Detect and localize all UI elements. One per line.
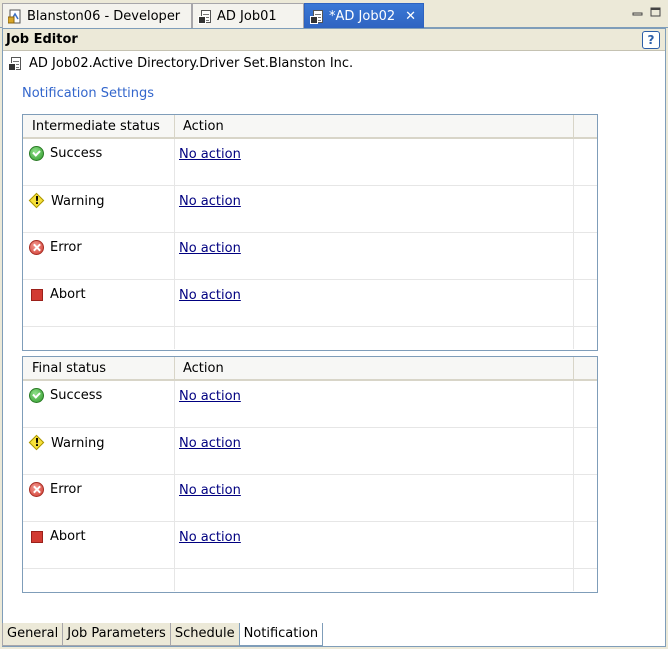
column-header-status[interactable]: Intermediate status bbox=[23, 115, 175, 137]
action-link[interactable]: No action bbox=[179, 194, 241, 209]
tab-general[interactable]: General bbox=[2, 623, 64, 646]
tab-ad-job02[interactable]: *AD Job02 ✕ bbox=[304, 3, 424, 29]
action-link[interactable]: No action bbox=[179, 436, 241, 451]
editor-header: Job Editor ? bbox=[3, 29, 665, 51]
success-icon bbox=[29, 388, 44, 403]
table-row: Abort No action bbox=[23, 522, 597, 569]
empty-row bbox=[23, 327, 597, 349]
job-icon bbox=[8, 56, 23, 71]
intermediate-status-table: Intermediate status Action Success No ac… bbox=[22, 114, 598, 351]
table-header: Intermediate status Action bbox=[23, 115, 597, 139]
column-header-action[interactable]: Action bbox=[175, 115, 574, 137]
status-label: Abort bbox=[50, 529, 86, 544]
status-label: Error bbox=[50, 482, 82, 497]
tab-label: AD Job01 bbox=[217, 8, 277, 24]
status-label: Warning bbox=[51, 193, 105, 209]
status-label: Warning bbox=[51, 435, 105, 451]
error-icon bbox=[29, 240, 44, 255]
column-header-status[interactable]: Final status bbox=[23, 357, 175, 379]
table-row: ! Warning No action bbox=[23, 428, 597, 475]
table-header: Final status Action bbox=[23, 357, 597, 381]
warning-icon: ! bbox=[28, 192, 45, 209]
bottom-tab-bar: General Job Parameters Schedule Notifica… bbox=[2, 623, 324, 646]
table-row: ! Warning No action bbox=[23, 186, 597, 233]
error-icon bbox=[29, 482, 44, 497]
table-row: Success No action bbox=[23, 381, 597, 428]
minimize-icon[interactable] bbox=[632, 6, 643, 16]
maximize-icon[interactable] bbox=[650, 6, 661, 17]
status-label: Abort bbox=[50, 287, 86, 302]
tab-ad-job01[interactable]: AD Job01 bbox=[192, 3, 304, 28]
action-link[interactable]: No action bbox=[179, 483, 241, 498]
action-link[interactable]: No action bbox=[179, 288, 241, 303]
tab-blanston06-developer[interactable]: Blanston06 - Developer bbox=[2, 3, 192, 28]
tab-label: Blanston06 - Developer bbox=[27, 8, 181, 24]
success-icon bbox=[29, 146, 44, 161]
status-label: Error bbox=[50, 240, 82, 255]
action-link[interactable]: No action bbox=[179, 530, 241, 545]
job-editor: Job Editor ? AD Job02.Active Directory.D… bbox=[2, 28, 666, 647]
action-link[interactable]: No action bbox=[179, 147, 241, 162]
close-icon[interactable]: ✕ bbox=[405, 9, 416, 24]
table-row: Success No action bbox=[23, 139, 597, 186]
action-link[interactable]: No action bbox=[179, 389, 241, 404]
table-row: Error No action bbox=[23, 475, 597, 522]
tab-label: *AD Job02 bbox=[329, 9, 396, 24]
developer-icon bbox=[7, 9, 23, 24]
final-status-table: Final status Action Success No action ! W… bbox=[22, 356, 598, 593]
editor-tab-bar: Blanston06 - Developer AD Job01 *AD Job0… bbox=[0, 0, 668, 29]
job-path: AD Job02.Active Directory.Driver Set.Bla… bbox=[29, 56, 354, 71]
status-label: Success bbox=[50, 388, 103, 403]
empty-row bbox=[23, 569, 597, 591]
action-link[interactable]: No action bbox=[179, 241, 241, 256]
help-icon[interactable]: ? bbox=[642, 31, 660, 49]
abort-icon bbox=[31, 288, 43, 301]
column-header-action[interactable]: Action bbox=[175, 357, 574, 379]
section-title: Notification Settings bbox=[22, 86, 155, 101]
table-row: Error No action bbox=[23, 233, 597, 280]
tab-job-parameters[interactable]: Job Parameters bbox=[62, 623, 171, 646]
tab-notification[interactable]: Notification bbox=[238, 623, 324, 646]
job-icon bbox=[310, 9, 325, 24]
abort-icon bbox=[31, 530, 43, 543]
tab-schedule[interactable]: Schedule bbox=[169, 623, 240, 646]
job-icon bbox=[198, 9, 213, 24]
job-subject: AD Job02.Active Directory.Driver Set.Bla… bbox=[8, 56, 353, 71]
warning-icon: ! bbox=[28, 434, 45, 451]
status-label: Success bbox=[50, 146, 103, 161]
page-title: Job Editor bbox=[6, 32, 78, 47]
table-row: Abort No action bbox=[23, 280, 597, 327]
